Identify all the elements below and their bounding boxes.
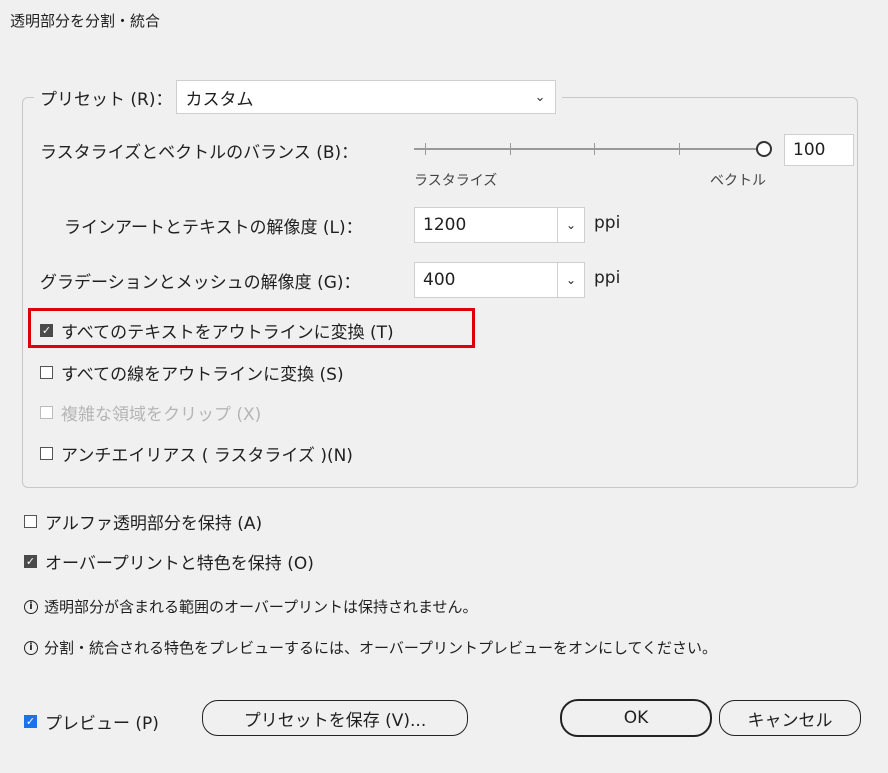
ok-button[interactable]: OK <box>560 699 712 737</box>
dialog-title: 透明部分を分割・統合 <box>10 12 161 30</box>
chevron-down-icon: ⌄ <box>565 218 577 232</box>
preview-label: プレビュー (P) <box>45 714 159 734</box>
save-preset-button[interactable]: プリセットを保存 (V)... <box>202 700 468 736</box>
balance-right-label: ベクトル <box>710 173 766 189</box>
checkbox-icon[interactable] <box>24 515 37 528</box>
checkbox-label: すべての線をアウトラインに変換 (S) <box>61 365 344 385</box>
checkbox-label: アルファ透明部分を保持 (A) <box>45 514 263 534</box>
checkbox-preview[interactable]: ✓ プレビュー (P) <box>24 709 159 734</box>
slider-tick <box>425 143 426 155</box>
info-text: 透明部分が含まれる範囲のオーバープリントは保持されません。 <box>44 598 478 616</box>
checkbox-icon[interactable] <box>40 366 53 379</box>
gradient-resolution-input[interactable]: 400 <box>414 262 558 298</box>
balance-slider-knob[interactable] <box>756 141 772 157</box>
checkbox-label: 複雑な領域をクリップ (X) <box>61 405 262 425</box>
info-text: 分割・統合される特色をプレビューするには、オーバープリントプレビューをオンにして… <box>44 639 718 657</box>
checkbox-icon <box>40 406 53 419</box>
checkbox-label: アンチエイリアス ( ラスタライズ )(N) <box>61 446 353 466</box>
lineart-resolution-input[interactable]: 1200 <box>414 207 558 243</box>
gradient-dropdown-button[interactable]: ⌄ <box>557 262 585 298</box>
cancel-button[interactable]: キャンセル <box>719 700 861 736</box>
slider-tick <box>510 143 511 155</box>
checkbox-clip-complex: 複雑な領域をクリップ (X) <box>40 400 261 425</box>
preset-value: カスタム <box>185 89 254 110</box>
preset-row: プリセット (R)： カスタム ⌄ <box>34 80 563 114</box>
balance-value-input[interactable]: 100 <box>784 134 854 166</box>
balance-slider-track[interactable] <box>414 148 758 150</box>
slider-tick <box>679 143 680 155</box>
checkbox-checked-icon[interactable]: ✓ <box>24 715 37 728</box>
gradient-label: グラデーションとメッシュの解像度 (G)： <box>40 273 361 293</box>
highlight-box <box>28 308 475 348</box>
info-message: i 透明部分が含まれる範囲のオーバープリントは保持されません。 <box>24 596 478 617</box>
preset-label: プリセット (R)： <box>40 89 173 110</box>
preset-select[interactable]: カスタム ⌄ <box>176 80 557 114</box>
checkbox-label: オーバープリントと特色を保持 (O) <box>45 554 314 574</box>
info-message: i 分割・統合される特色をプレビューするには、オーバープリントプレビューをオンに… <box>24 637 717 658</box>
lineart-unit: ppi <box>594 213 621 233</box>
checkbox-checked-icon[interactable]: ✓ <box>24 555 37 568</box>
slider-tick <box>594 143 595 155</box>
gradient-unit: ppi <box>594 268 621 288</box>
info-icon: i <box>24 640 38 655</box>
chevron-down-icon: ⌄ <box>565 273 577 287</box>
checkbox-icon[interactable] <box>40 447 53 460</box>
lineart-dropdown-button[interactable]: ⌄ <box>557 207 585 243</box>
chevron-down-icon: ⌄ <box>534 89 546 105</box>
checkbox-outline-strokes[interactable]: すべての線をアウトラインに変換 (S) <box>40 360 344 385</box>
balance-left-label: ラスタライズ <box>414 173 498 189</box>
checkbox-preserve-overprint[interactable]: ✓ オーバープリントと特色を保持 (O) <box>24 549 314 574</box>
balance-label: ラスタライズとベクトルのバランス (B)： <box>40 143 359 163</box>
checkbox-preserve-alpha[interactable]: アルファ透明部分を保持 (A) <box>24 509 262 534</box>
lineart-label: ラインアートとテキストの解像度 (L)： <box>64 218 363 238</box>
checkbox-antialias[interactable]: アンチエイリアス ( ラスタライズ )(N) <box>40 441 353 466</box>
info-icon: i <box>24 599 38 614</box>
